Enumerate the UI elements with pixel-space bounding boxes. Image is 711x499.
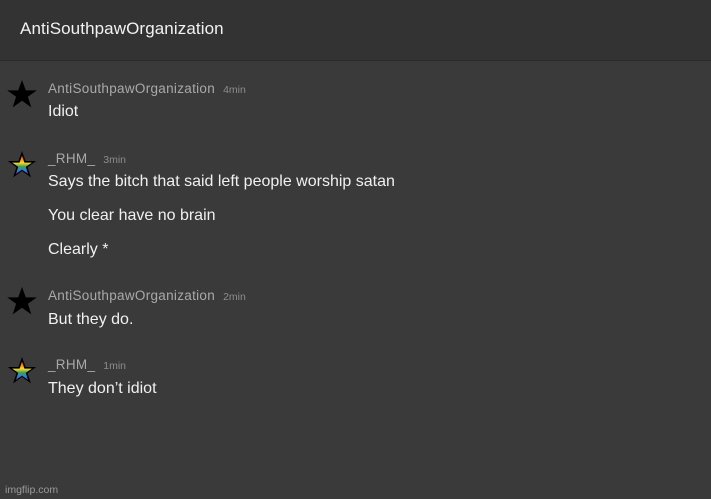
header-divider	[0, 60, 711, 61]
rainbow-star-icon[interactable]	[7, 150, 37, 180]
message-meta: _RHM_ 3min	[48, 150, 126, 168]
message-time: 3min	[103, 154, 127, 166]
message-meta: AntiSouthpawOrganization 2min	[48, 287, 246, 305]
rainbow-star-icon[interactable]	[7, 356, 37, 386]
black-star-icon[interactable]	[7, 80, 37, 110]
imgflip-watermark: imgflip.com	[5, 484, 59, 496]
message-text: But they do.	[48, 311, 134, 328]
message-author[interactable]: _RHM_	[48, 151, 95, 166]
message-author[interactable]: _RHM_	[48, 357, 95, 372]
message-time: 2min	[223, 291, 246, 303]
chat-title: AntiSouthpawOrganization	[20, 19, 224, 38]
message-author[interactable]: AntiSouthpawOrganization	[48, 81, 215, 96]
message-text: They don’t idiot	[48, 380, 157, 397]
black-star-icon[interactable]	[7, 287, 37, 317]
message-text: Idiot	[48, 103, 79, 120]
message-time: 1min	[103, 360, 127, 372]
message-author[interactable]: AntiSouthpawOrganization	[48, 288, 215, 303]
message-text: Clearly *	[48, 241, 109, 258]
message-text: You clear have no brain	[48, 207, 216, 224]
message-meta: AntiSouthpawOrganization 4min	[48, 80, 246, 98]
message-time: 4min	[223, 84, 246, 96]
chat-screen: AntiSouthpawOrganization AntiSouthpawOrg…	[0, 0, 711, 499]
message-meta: _RHM_ 1min	[48, 356, 126, 374]
message-text: Says the bitch that said left people wor…	[48, 173, 395, 190]
chat-header: AntiSouthpawOrganization	[0, 0, 711, 60]
